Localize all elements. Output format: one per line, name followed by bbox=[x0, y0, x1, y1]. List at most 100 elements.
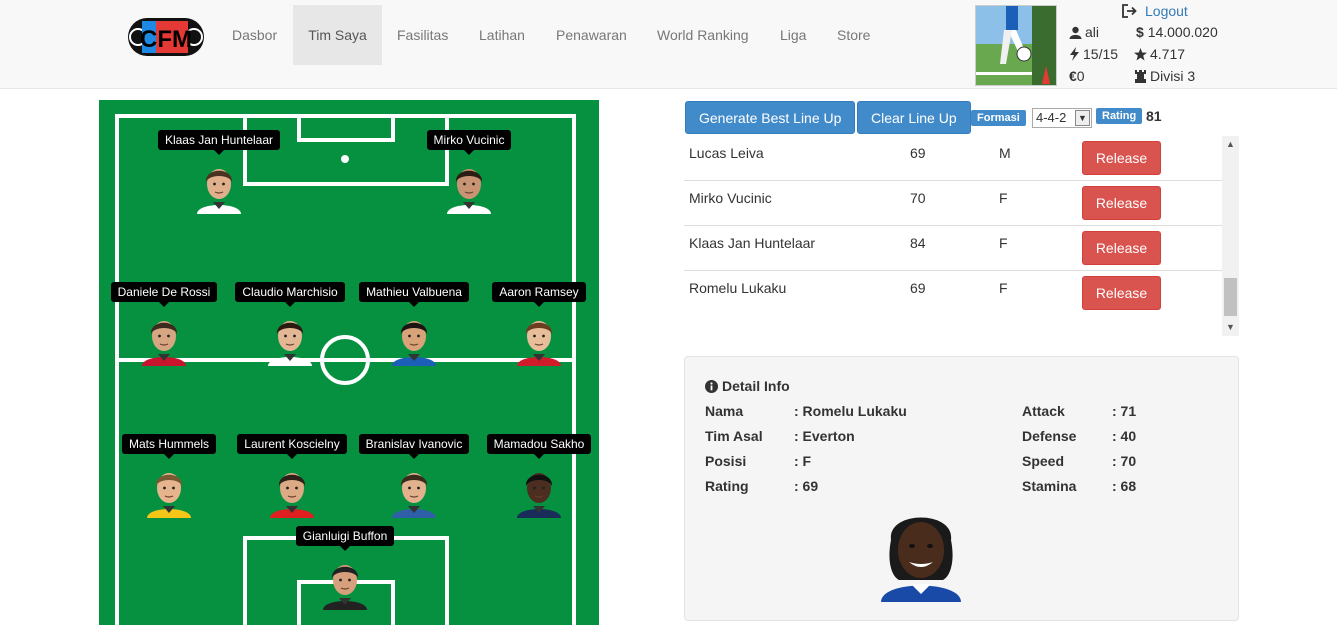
player-name: Lucas Leiva bbox=[689, 145, 764, 161]
scroll-down-icon[interactable]: ▼ bbox=[1222, 319, 1239, 336]
player-name-label: Mamadou Sakho bbox=[486, 434, 592, 459]
detail-label-tim-asal: Tim Asal bbox=[705, 428, 763, 444]
user-icon bbox=[1069, 26, 1082, 39]
logo-text: CFM bbox=[140, 26, 192, 53]
logout-link[interactable]: Logout bbox=[1122, 3, 1188, 19]
player-card[interactable]: Laurent Koscielny bbox=[227, 434, 357, 518]
player-avatar bbox=[197, 169, 241, 214]
player-name: Mirko Vucinic bbox=[689, 190, 772, 206]
money-value: 14.000.020 bbox=[1147, 24, 1218, 40]
release-button[interactable]: Release bbox=[1082, 186, 1161, 220]
clear-lineup-button[interactable]: Clear Line Up bbox=[857, 101, 971, 134]
euro-icon: € bbox=[1069, 68, 1077, 84]
username: ali bbox=[1085, 24, 1100, 40]
player-position: F bbox=[999, 280, 1008, 296]
player-rating: 70 bbox=[910, 190, 926, 206]
player-avatar bbox=[268, 321, 312, 366]
detail-label-rating: Rating bbox=[705, 478, 749, 494]
player-card[interactable]: Gianluigi Buffon bbox=[280, 526, 410, 610]
player-card[interactable]: Daniele De Rossi bbox=[99, 282, 229, 366]
table-row: Klaas Jan Huntelaar 84 F Release bbox=[684, 226, 1222, 271]
player-card[interactable]: Mamadou Sakho bbox=[474, 434, 599, 518]
detail-value-posisi: : F bbox=[794, 453, 812, 469]
player-position: F bbox=[999, 190, 1008, 206]
profile-photo[interactable] bbox=[975, 5, 1057, 86]
player-name-label: Gianluigi Buffon bbox=[295, 526, 395, 551]
detail-title-text: Detail Info bbox=[722, 378, 790, 394]
rating-label: Rating bbox=[1096, 108, 1143, 124]
table-row: Mirko Vucinic 70 F Release bbox=[684, 181, 1222, 226]
player-name-label: Mathieu Valbuena bbox=[359, 282, 469, 307]
player-avatar bbox=[517, 473, 561, 518]
info-icon bbox=[705, 380, 718, 393]
nav-store[interactable]: Store bbox=[822, 5, 885, 65]
detail-title: Detail Info bbox=[705, 378, 790, 394]
player-photo bbox=[871, 500, 971, 602]
detail-value-tim-asal: : Everton bbox=[794, 428, 855, 444]
nav-penawaran[interactable]: Penawaran bbox=[541, 5, 642, 65]
player-position: F bbox=[999, 235, 1008, 251]
team-rating-value: 81 bbox=[1146, 108, 1162, 124]
detail-label-defense: Defense bbox=[1022, 428, 1077, 444]
player-name: Romelu Lukaku bbox=[689, 280, 787, 296]
nav-tim-saya[interactable]: Tim Saya bbox=[293, 5, 382, 65]
detail-info-panel: Detail Info Nama : Romelu Lukaku Tim Asa… bbox=[684, 356, 1239, 621]
euro-value: 0 bbox=[1076, 68, 1085, 84]
detail-value-nama: : Romelu Lukaku bbox=[794, 403, 907, 419]
player-card[interactable]: Aaron Ramsey bbox=[474, 282, 599, 366]
detail-value-speed: : 70 bbox=[1112, 453, 1137, 469]
detail-label-nama: Nama bbox=[705, 403, 744, 419]
player-card[interactable]: Branislav Ivanovic bbox=[349, 434, 479, 518]
energy-stat: 15/15 bbox=[1069, 46, 1118, 62]
points-value: 4.717 bbox=[1150, 46, 1186, 62]
player-rating: 69 bbox=[910, 280, 926, 296]
scroll-thumb[interactable] bbox=[1224, 278, 1237, 316]
chevron-down-icon: ▼ bbox=[1075, 110, 1090, 126]
detail-value-stamina: : 68 bbox=[1112, 478, 1137, 494]
cfm-logo[interactable]: CFM bbox=[128, 18, 204, 56]
player-card[interactable]: Mats Hummels bbox=[104, 434, 234, 518]
logout-icon bbox=[1122, 4, 1137, 18]
player-card[interactable]: Mathieu Valbuena bbox=[349, 282, 479, 366]
nav-latihan[interactable]: Latihan bbox=[464, 5, 540, 65]
player-name-label: Daniele De Rossi bbox=[110, 282, 218, 307]
detail-value-attack: : 71 bbox=[1112, 403, 1137, 419]
player-avatar bbox=[447, 169, 491, 214]
formasi-label: Formasi bbox=[971, 110, 1026, 126]
player-avatar bbox=[270, 473, 314, 518]
rook-icon bbox=[1135, 70, 1146, 83]
detail-label-posisi: Posisi bbox=[705, 453, 747, 469]
player-name-label: Aaron Ramsey bbox=[492, 282, 586, 307]
money-stat: $ 14.000.020 bbox=[1136, 24, 1218, 40]
player-avatar bbox=[147, 473, 191, 518]
player-rating: 84 bbox=[910, 235, 926, 251]
player-avatar bbox=[142, 321, 186, 366]
player-name: Klaas Jan Huntelaar bbox=[689, 235, 816, 251]
player-avatar bbox=[392, 473, 436, 518]
formation-select[interactable]: 4-4-2 ▼ bbox=[1032, 108, 1092, 128]
nav-fasilitas[interactable]: Fasilitas bbox=[382, 5, 463, 65]
player-name-label: Claudio Marchisio bbox=[235, 282, 345, 307]
nav-dasbor[interactable]: Dasbor bbox=[217, 5, 292, 65]
username-stat: ali bbox=[1069, 24, 1099, 40]
release-button[interactable]: Release bbox=[1082, 231, 1161, 265]
roster-table: Lucas Leiva 69 M Release Mirko Vucinic 7… bbox=[684, 136, 1239, 336]
player-card[interactable]: Klaas Jan Huntelaar bbox=[154, 130, 284, 214]
division-value: Divisi 3 bbox=[1150, 68, 1196, 84]
generate-best-lineup-button[interactable]: Generate Best Line Up bbox=[685, 101, 856, 134]
points-stat: 4.717 bbox=[1134, 46, 1185, 62]
roster-scrollbar[interactable]: ▲ ▼ bbox=[1222, 136, 1239, 336]
nav-world-ranking[interactable]: World Ranking bbox=[642, 5, 764, 65]
table-row: Romelu Lukaku 69 F Release bbox=[684, 271, 1222, 316]
player-avatar bbox=[323, 565, 367, 610]
scroll-up-icon[interactable]: ▲ bbox=[1222, 136, 1239, 153]
nav-liga[interactable]: Liga bbox=[765, 5, 821, 65]
player-name-label: Mats Hummels bbox=[121, 434, 216, 459]
player-card[interactable]: Mirko Vucinic bbox=[404, 130, 534, 214]
release-button[interactable]: Release bbox=[1082, 141, 1161, 175]
player-avatar bbox=[517, 321, 561, 366]
logout-label: Logout bbox=[1145, 3, 1188, 19]
player-card[interactable]: Claudio Marchisio bbox=[225, 282, 355, 366]
star-icon bbox=[1134, 48, 1147, 61]
release-button[interactable]: Release bbox=[1082, 276, 1161, 310]
